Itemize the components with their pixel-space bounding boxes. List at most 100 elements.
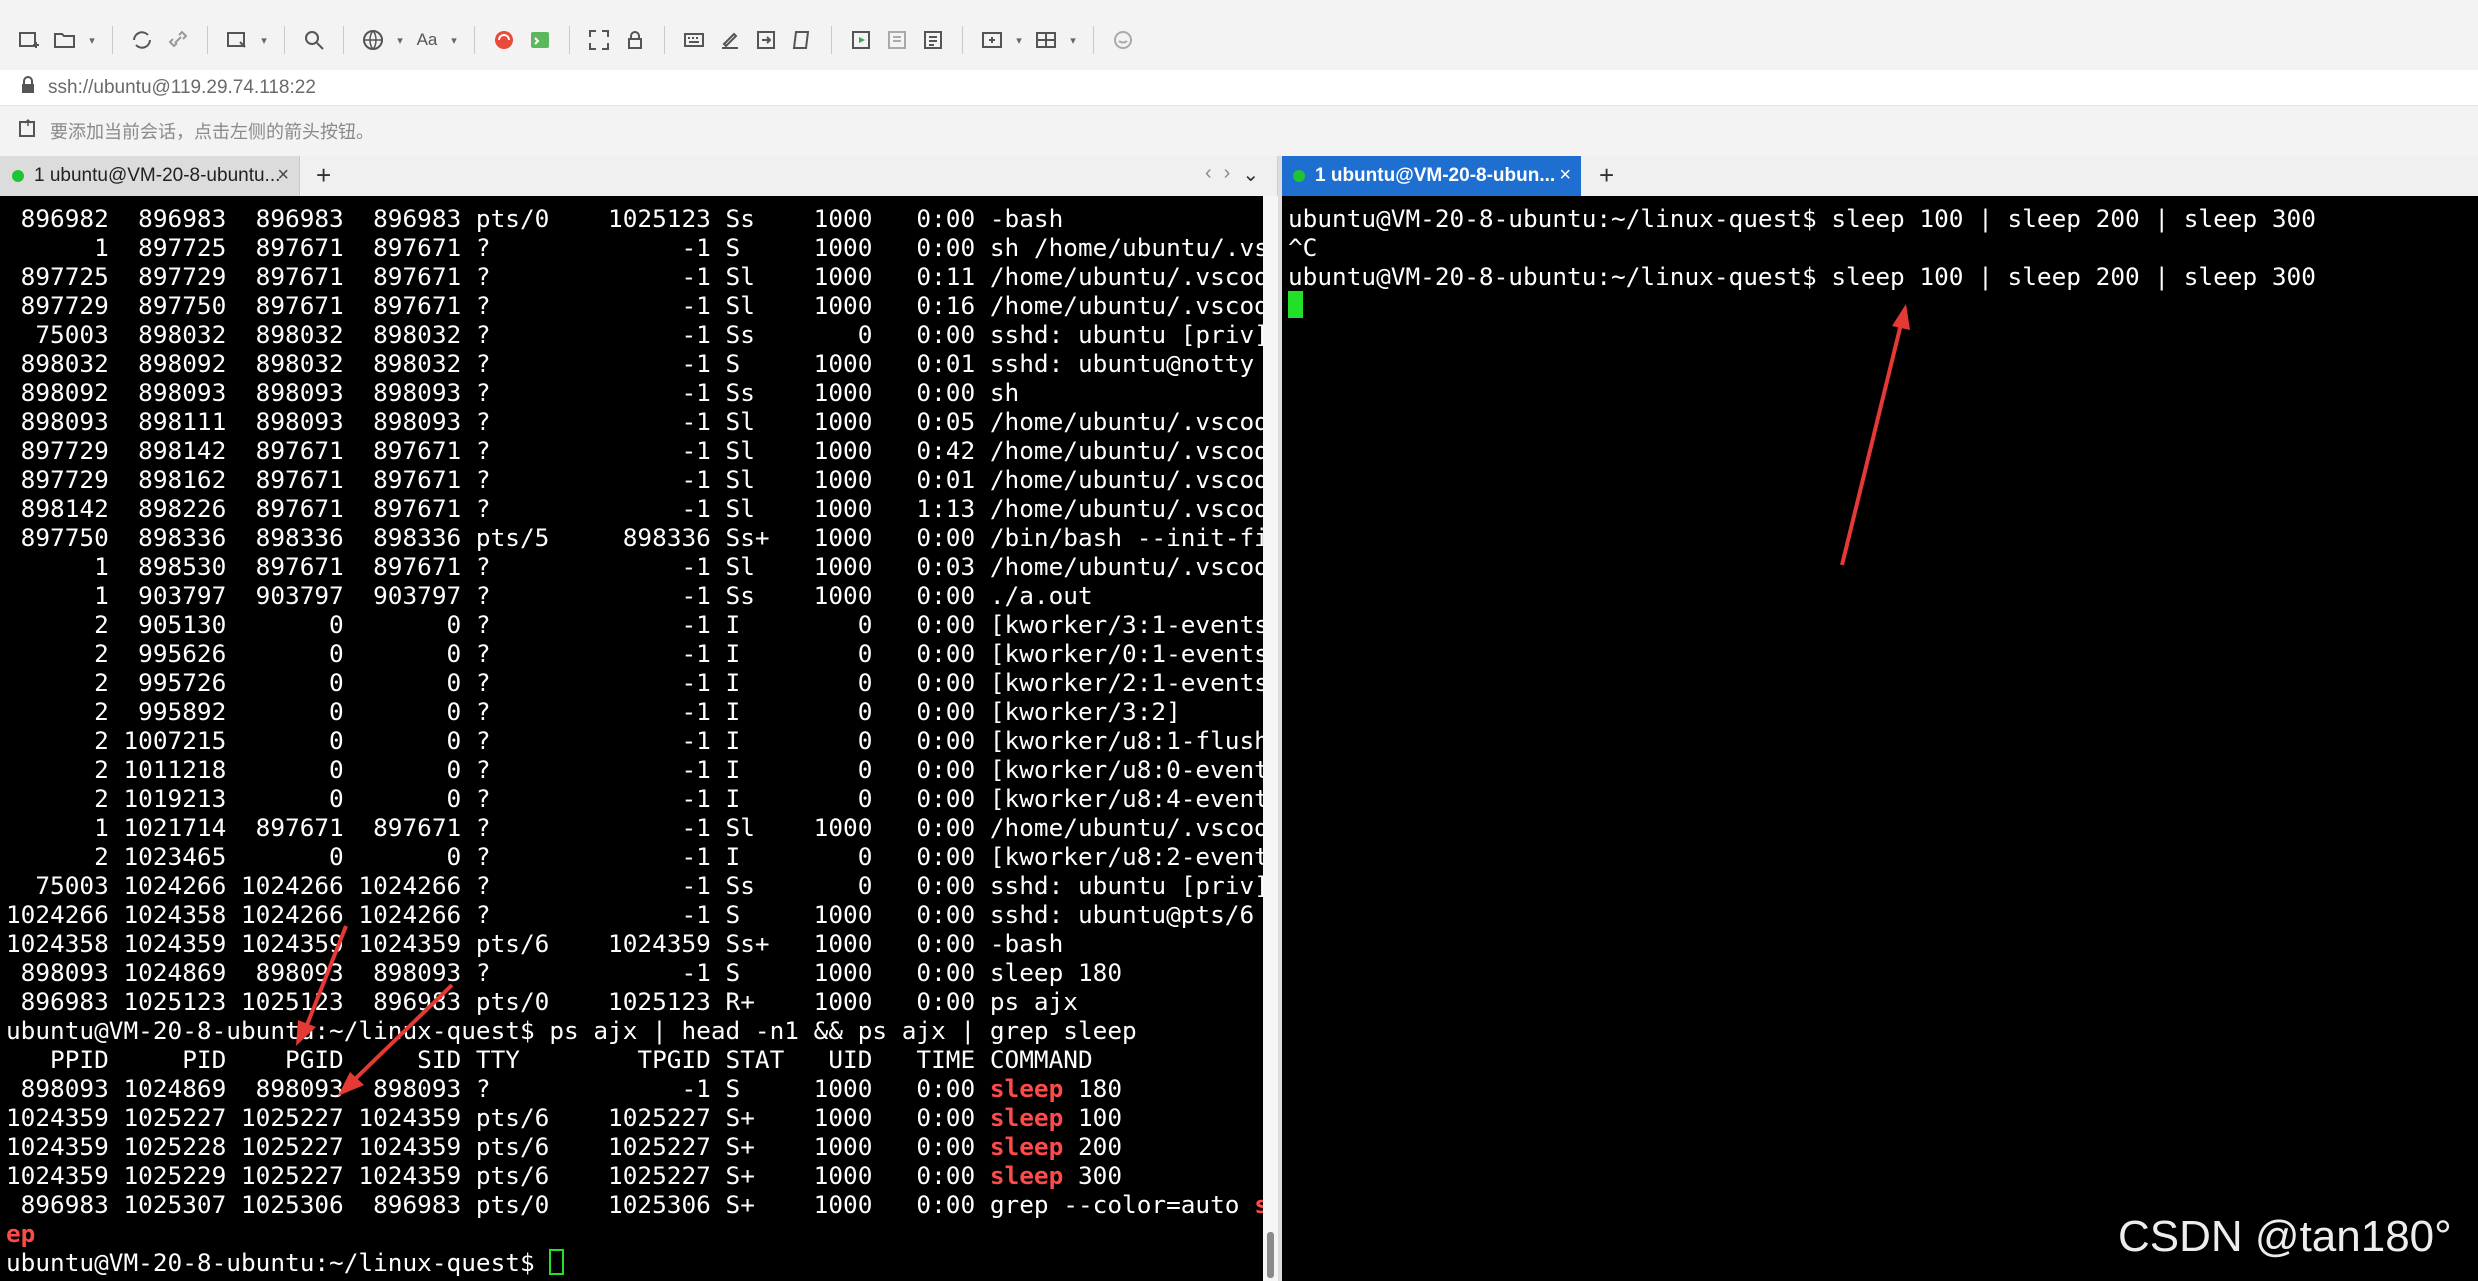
- transfer-icon[interactable]: [751, 25, 781, 55]
- toolbar-divider: [569, 26, 570, 54]
- grep-match-highlight: sleep: [989, 1103, 1064, 1132]
- chevron-down-icon[interactable]: ▾: [1013, 34, 1025, 47]
- terminal-line: ubuntu@VM-20-8-ubuntu:~/linux-quest$ sle…: [1288, 262, 2316, 291]
- shell-prompt: ubuntu@VM-20-8-ubuntu:~/linux-quest$: [6, 1248, 550, 1277]
- compose-icon[interactable]: [715, 25, 745, 55]
- chevron-right-icon[interactable]: ›: [1224, 162, 1231, 187]
- chevron-down-icon[interactable]: ▾: [258, 34, 270, 47]
- lock-icon: [20, 76, 36, 99]
- grep-match-highlight: ep: [6, 1219, 36, 1248]
- fullscreen-icon[interactable]: [584, 25, 614, 55]
- toolbar-divider: [343, 26, 344, 54]
- terminal-text: 100: [1063, 1103, 1123, 1132]
- terminal-line: 2 995726 0 0 ? -1 I 0 0:00 [kworker/2:1-…: [6, 668, 1263, 697]
- terminal-line: ubuntu@VM-20-8-ubuntu:~/linux-quest$ ps …: [6, 1016, 1137, 1045]
- terminal-line: 898093 1024869 898093 898093 ? -1 S 1000…: [6, 958, 1123, 987]
- terminal-text: 200: [1063, 1132, 1123, 1161]
- terminal-line: ep: [6, 1219, 35, 1248]
- tab-right-session[interactable]: 1 ubuntu@VM-20-8-ubun... ×: [1281, 156, 1581, 196]
- terminal-text: 1024359 1025228 1025227 1024359 pts/6 10…: [6, 1132, 990, 1161]
- chevron-down-icon[interactable]: ▾: [448, 34, 460, 47]
- terminal-line: 2 1011218 0 0 ? -1 I 0 0:00 [kworker/u8:…: [6, 755, 1263, 784]
- add-tab-button[interactable]: +: [316, 160, 331, 191]
- terminal-line: 1024359 1025229 1025227 1024359 pts/6 10…: [6, 1161, 1122, 1190]
- chevron-down-icon[interactable]: ▾: [86, 34, 98, 47]
- log-icon[interactable]: [882, 25, 912, 55]
- terminal-text: 898093 1024869 898093 898093 ? -1 S 1000…: [6, 1074, 990, 1103]
- terminal-line: 2 1023465 0 0 ? -1 I 0 0:00 [kworker/u8:…: [6, 842, 1263, 871]
- chat-icon[interactable]: [1108, 25, 1138, 55]
- terminal-line: 2 905130 0 0 ? -1 I 0 0:00 [kworker/3:1-…: [6, 610, 1263, 639]
- terminal-line: 897725 897729 897671 897671 ? -1 Sl 1000…: [6, 262, 1263, 291]
- terminal-line: 75003 898032 898032 898032 ? -1 Ss 0 0:0…: [6, 320, 1263, 349]
- toolbar-divider: [207, 26, 208, 54]
- connected-status-icon: [12, 170, 24, 182]
- right-terminal[interactable]: ubuntu@VM-20-8-ubuntu:~/linux-quest$ sle…: [1282, 196, 2478, 1281]
- grep-match-highlight: sleep: [989, 1132, 1064, 1161]
- right-terminal-output: ubuntu@VM-20-8-ubuntu:~/linux-quest$ sle…: [1288, 204, 2316, 320]
- terminal-line: 2 1007215 0 0 ? -1 I 0 0:00 [kworker/u8:…: [6, 726, 1263, 755]
- script-icon[interactable]: [787, 25, 817, 55]
- tab-left-session[interactable]: 1 ubuntu@VM-20-8-ubuntu... ×: [0, 156, 300, 196]
- terminal-text: 1024359 1025229 1025227 1024359 pts/6 10…: [6, 1161, 990, 1190]
- add-tab-icon[interactable]: [977, 25, 1007, 55]
- chevron-down-icon[interactable]: ⌄: [1242, 162, 1259, 187]
- close-icon[interactable]: ×: [277, 164, 289, 187]
- terminal-line: 1 903797 903797 903797 ? -1 Ss 1000 0:00…: [6, 581, 1093, 610]
- grep-match-highlight: sleep: [989, 1161, 1064, 1190]
- add-tab-button[interactable]: +: [1599, 160, 1614, 191]
- terminal-line: 897729 898162 897671 897671 ? -1 Sl 1000…: [6, 465, 1263, 494]
- tab-label: 1 ubuntu@VM-20-8-ubuntu...: [34, 165, 281, 186]
- tab-label: 1 ubuntu@VM-20-8-ubun...: [1315, 165, 1556, 186]
- terminal-text: 1024359 1025227 1025227 1024359 pts/6 10…: [6, 1103, 990, 1132]
- terminal-text: 180: [1063, 1074, 1123, 1103]
- terminal-cursor: [1288, 291, 1303, 318]
- terminal-line: 1024359 1025227 1025227 1024359 pts/6 10…: [6, 1103, 1122, 1132]
- notes-icon[interactable]: [918, 25, 948, 55]
- xftp-icon[interactable]: [489, 25, 519, 55]
- connected-status-icon: [1293, 170, 1305, 182]
- chevron-left-icon[interactable]: ‹: [1205, 162, 1212, 187]
- terminal-line: 75003 1024266 1024266 1024266 ? -1 Ss 0 …: [6, 871, 1263, 900]
- terminal-line: 898142 898226 897671 897671 ? -1 Sl 1000…: [6, 494, 1263, 523]
- record-icon[interactable]: [846, 25, 876, 55]
- keyboard-icon[interactable]: [679, 25, 709, 55]
- toolbar: ▾ ▾ ▾ Aa ▾ ▾ ▾: [0, 10, 2478, 70]
- open-folder-icon[interactable]: [50, 25, 80, 55]
- terminal-line: 1 898530 897671 897671 ? -1 Sl 1000 0:03…: [6, 552, 1263, 581]
- reconnect-icon[interactable]: [127, 25, 157, 55]
- left-terminal-scrollbar[interactable]: [1263, 196, 1278, 1281]
- terminal-line: 898093 1024869 898093 898093 ? -1 S 1000…: [6, 1074, 1122, 1103]
- xshell-icon[interactable]: [525, 25, 555, 55]
- search-icon[interactable]: [299, 25, 329, 55]
- scrollbar-thumb[interactable]: [1267, 1232, 1274, 1278]
- lock-icon[interactable]: [620, 25, 650, 55]
- grep-match-highlight: sle: [1254, 1190, 1263, 1219]
- close-icon[interactable]: ×: [1559, 164, 1571, 187]
- terminal-line: 898093 898111 898093 898093 ? -1 Sl 1000…: [6, 407, 1263, 436]
- globe-icon[interactable]: [358, 25, 388, 55]
- watermark: CSDN @tan180°: [2118, 1212, 2452, 1261]
- link-icon[interactable]: [163, 25, 193, 55]
- terminal-line: 896982 896983 896983 896983 pts/0 102512…: [6, 204, 1064, 233]
- terminal-line: 2 995626 0 0 ? -1 I 0 0:00 [kworker/0:1-…: [6, 639, 1263, 668]
- toolbar-divider: [474, 26, 475, 54]
- toolbar-divider: [284, 26, 285, 54]
- session-url[interactable]: ssh://ubuntu@119.29.74.118:22: [48, 77, 316, 99]
- toolbar-divider: [831, 26, 832, 54]
- left-terminal[interactable]: 896982 896983 896983 896983 pts/0 102512…: [0, 196, 1263, 1281]
- window-icon[interactable]: [222, 25, 252, 55]
- font-icon[interactable]: Aa: [412, 25, 442, 55]
- toolbar-divider: [664, 26, 665, 54]
- chevron-down-icon[interactable]: ▾: [394, 34, 406, 47]
- toolbar-divider: [112, 26, 113, 54]
- terminal-line: 1024358 1024359 1024359 1024359 pts/6 10…: [6, 929, 1064, 958]
- add-session-icon[interactable]: [18, 118, 40, 145]
- address-bar[interactable]: ssh://ubuntu@119.29.74.118:22: [0, 70, 2478, 106]
- terminal-line: 1024359 1025228 1025227 1024359 pts/6 10…: [6, 1132, 1122, 1161]
- layout-icon[interactable]: [1031, 25, 1061, 55]
- new-session-icon[interactable]: [14, 25, 44, 55]
- terminal-line: 1024266 1024358 1024266 1024266 ? -1 S 1…: [6, 900, 1255, 929]
- chevron-down-icon[interactable]: ▾: [1067, 34, 1079, 47]
- terminal-line: 2 995892 0 0 ? -1 I 0 0:00 [kworker/3:2]: [6, 697, 1181, 726]
